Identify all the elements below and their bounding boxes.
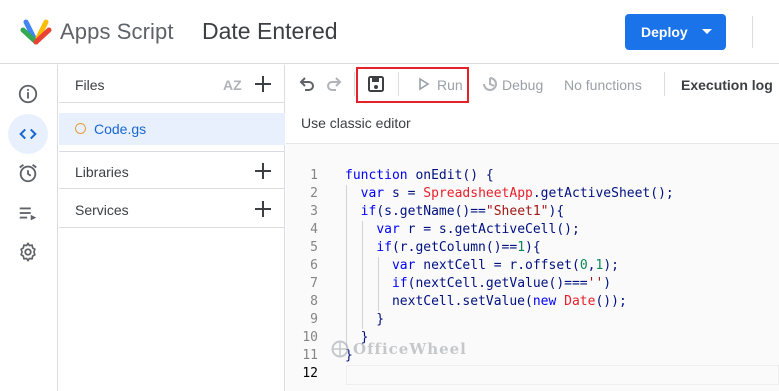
- toolbar-divider: [354, 72, 355, 96]
- line-number: 11: [302, 348, 318, 363]
- files-label: Files: [75, 77, 105, 93]
- watermark: OfficeWheel: [331, 340, 467, 358]
- debug-button[interactable]: Debug: [502, 77, 543, 93]
- line-number: 1: [310, 168, 318, 183]
- highlight-box: [356, 67, 469, 103]
- use-classic-editor-link[interactable]: Use classic editor: [301, 115, 411, 131]
- code-line[interactable]: }: [345, 311, 674, 329]
- overview-button[interactable]: [8, 74, 48, 114]
- code-line[interactable]: if(r.getColumn()==1){: [345, 239, 674, 257]
- divider: [752, 16, 753, 48]
- deploy-button[interactable]: Deploy: [625, 14, 726, 50]
- apps-script-logo[interactable]: [20, 16, 52, 48]
- services-label: Services: [75, 202, 129, 218]
- code-line[interactable]: nextCell.setValue(new Date());: [345, 293, 674, 311]
- code-line[interactable]: if(s.getName()=="Sheet1"){: [345, 203, 674, 221]
- file-item-code-gs[interactable]: Code.gs: [59, 113, 285, 145]
- project-title[interactable]: Date Entered: [202, 18, 338, 45]
- line-number: 5: [310, 240, 318, 255]
- top-bar: Apps Script Date Entered Deploy: [0, 0, 779, 64]
- code-line[interactable]: [345, 365, 674, 383]
- line-number: 2: [310, 186, 318, 201]
- line-numbers: 1 2 3 4 5 6 7 8 9 10 11 12: [286, 167, 331, 383]
- line-number: 12: [302, 366, 318, 381]
- line-number: 4: [310, 222, 318, 237]
- triggers-button[interactable]: [8, 153, 48, 193]
- undo-icon[interactable]: [297, 74, 317, 94]
- info-icon: [18, 84, 38, 104]
- watermark-text: OfficeWheel: [353, 340, 467, 358]
- file-name: Code.gs: [94, 121, 147, 137]
- alarm-clock-icon: [19, 164, 37, 183]
- line-number: 7: [310, 276, 318, 291]
- code-line[interactable]: function onEdit() {: [345, 167, 674, 185]
- unsaved-indicator-icon: [75, 123, 86, 134]
- code-line[interactable]: var s = SpreadsheetApp.getActiveSheet();: [345, 185, 674, 203]
- files-panel: Files AZ Code.gs Libraries Services: [59, 65, 285, 391]
- line-number: 3: [310, 204, 318, 219]
- line-number: 9: [310, 312, 318, 327]
- settings-button[interactable]: [8, 232, 48, 272]
- gear-icon: [20, 242, 36, 262]
- execution-log-button[interactable]: Execution log: [681, 77, 773, 93]
- svg-text:AZ: AZ: [223, 77, 242, 93]
- files-header: Files AZ: [59, 65, 285, 103]
- toolbar-divider: [664, 72, 665, 96]
- line-number: 10: [302, 330, 318, 345]
- add-file-icon[interactable]: [253, 74, 273, 94]
- chevron-down-icon: [702, 29, 712, 34]
- code-icon: [19, 128, 37, 140]
- libraries-label: Libraries: [75, 164, 129, 180]
- debug-icon: [483, 77, 497, 91]
- services-section: Services: [59, 190, 285, 228]
- line-number: 6: [310, 258, 318, 273]
- executions-button[interactable]: [8, 193, 48, 233]
- code-line[interactable]: var r = s.getActiveCell();: [345, 221, 674, 239]
- watermark-logo-icon: [331, 340, 349, 358]
- add-library-icon[interactable]: [253, 161, 273, 181]
- add-service-icon[interactable]: [253, 199, 273, 219]
- code-line[interactable]: if(nextCell.getValue()===''): [345, 275, 674, 293]
- deploy-label: Deploy: [641, 24, 688, 40]
- code-line[interactable]: var nextCell = r.offset(0,1);: [345, 257, 674, 275]
- function-select[interactable]: No functions: [564, 77, 642, 93]
- executions-list-icon: [19, 207, 37, 221]
- editor-button[interactable]: [8, 114, 48, 154]
- libraries-section: Libraries: [59, 151, 285, 189]
- sort-az-icon[interactable]: AZ: [222, 75, 244, 93]
- left-nav-rail: [0, 65, 58, 391]
- line-number: 8: [310, 294, 318, 309]
- app-name: Apps Script: [60, 19, 174, 44]
- redo-icon[interactable]: [324, 74, 344, 94]
